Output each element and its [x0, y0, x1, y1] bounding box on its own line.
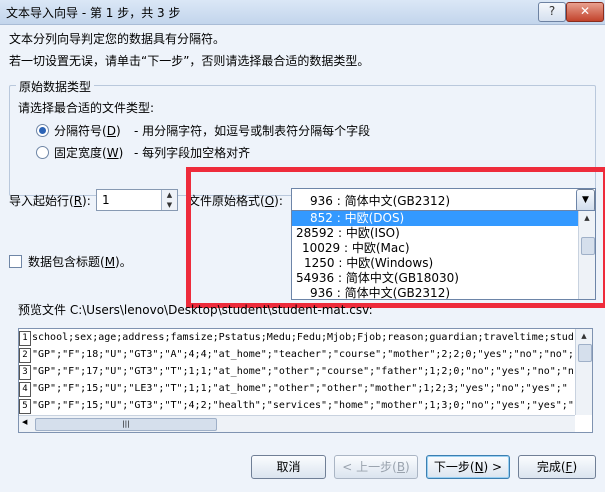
preview-row: 4 "GP";"F";15;"U";"LE3";"T";1;1;"at_home…	[19, 380, 575, 397]
scroll-thumb[interactable]	[578, 344, 592, 362]
intro-line-2: 若一切设置无误，请单击“下一步”，否则请选择最合适的数据类型。	[9, 54, 370, 68]
dropdown-option[interactable]: 28592 : 中欧(ISO)	[292, 226, 578, 241]
start-row-label: 导入起始行(R):	[9, 194, 91, 208]
file-origin-label: 文件原始格式(O):	[188, 194, 283, 208]
spinner-arrows[interactable]: ▲ ▼	[161, 190, 177, 210]
preview-row: 3 "GP";"F";17;"U";"GT3";"T";1;1;"at_home…	[19, 363, 575, 380]
file-origin-dropdown[interactable]: 852 : 中欧(DOS) 28592 : 中欧(ISO) 10029 : 中欧…	[291, 210, 596, 300]
dropdown-option[interactable]: 936 : 简体中文(GB2312)	[292, 286, 578, 299]
fixed-width-desc: - 每列字段加空格对齐	[134, 146, 251, 160]
dropdown-option[interactable]: 1250 : 中欧(Windows)	[292, 256, 578, 271]
row-number: 1	[19, 331, 31, 346]
row-number: 4	[19, 382, 31, 397]
preview-row: 5 "GP";"F";15;"U";"GT3";"T";4;2;"health"…	[19, 397, 575, 414]
row-text: "GP";"F";17;"U";"GT3";"T";1;1;"at_home";…	[32, 366, 574, 377]
back-button[interactable]: < 上一步(B)	[334, 455, 418, 479]
preview-vertical-scrollbar[interactable]: ▲	[575, 329, 592, 415]
preview-horizontal-scrollbar[interactable]: ◀ |||	[19, 415, 575, 432]
header-checkbox-label[interactable]: 数据包含标题(M)。	[28, 253, 132, 270]
delimited-desc: - 用分隔字符，如逗号或制表符分隔每个字段	[134, 124, 371, 138]
start-row-value[interactable]: 1	[102, 193, 110, 207]
row-number: 2	[19, 348, 31, 363]
finish-button[interactable]: 完成(F)	[518, 455, 596, 479]
fixed-width-label[interactable]: 固定宽度(W)	[54, 144, 123, 161]
spin-down-icon[interactable]: ▼	[162, 200, 177, 210]
fixed-width-radio[interactable]	[36, 146, 49, 159]
close-button[interactable]: ✕	[566, 2, 604, 22]
window-title: 文本导入向导 - 第 1 步，共 3 步	[6, 6, 181, 20]
row-text: school;sex;age;address;famsize;Pstatus;M…	[32, 332, 574, 343]
delimited-radio[interactable]	[36, 124, 49, 137]
row-text: "GP";"F";15;"U";"GT3";"T";4;2;"health";"…	[32, 400, 574, 411]
scroll-up-icon[interactable]: ▲	[579, 211, 595, 225]
start-row-spinner[interactable]: 1 ▲ ▼	[96, 189, 178, 211]
preview-pane[interactable]: 1 school;sex;age;address;famsize;Pstatus…	[18, 328, 593, 433]
next-button[interactable]: 下一步(N) >	[426, 455, 510, 479]
group-legend: 原始数据类型	[16, 78, 95, 95]
intro-line-1: 文本分列向导判定您的数据具有分隔符。	[9, 32, 226, 46]
spin-up-icon[interactable]: ▲	[162, 190, 177, 200]
preview-label: 预览文件 C:\Users\lenovo\Desktop\student\stu…	[18, 303, 373, 317]
title-bar: 文本导入向导 - 第 1 步，共 3 步 ? ✕	[0, 0, 605, 25]
row-number: 5	[19, 399, 31, 414]
file-type-prompt: 请选择最合适的文件类型:	[18, 101, 155, 115]
cancel-button[interactable]: 取消	[251, 455, 326, 479]
row-text: "GP";"F";15;"U";"LE3";"T";1;1;"at_home";…	[32, 383, 568, 394]
row-number: 3	[19, 365, 31, 380]
preview-rows: 1 school;sex;age;address;famsize;Pstatus…	[19, 329, 575, 415]
delimited-label[interactable]: 分隔符号(D)	[54, 122, 121, 139]
scroll-thumb[interactable]	[581, 237, 595, 255]
dropdown-option[interactable]: 54936 : 简体中文(GB18030)	[292, 271, 578, 286]
dropdown-option[interactable]: 852 : 中欧(DOS)	[292, 211, 578, 226]
preview-row: 2 "GP";"F";18;"U";"GT3";"A";4;4;"at_home…	[19, 346, 575, 363]
row-text: "GP";"F";18;"U";"GT3";"A";4;4;"at_home";…	[32, 349, 574, 360]
dialog-body: 文本分列向导判定您的数据具有分隔符。 若一切设置无误，请单击“下一步”，否则请选…	[0, 25, 605, 492]
file-origin-selected: 936 : 简体中文(GB2312)	[310, 194, 451, 208]
header-checkbox[interactable]	[9, 255, 22, 268]
scroll-left-icon[interactable]: ◀	[22, 418, 27, 426]
dropdown-scrollbar[interactable]: ▲	[578, 211, 595, 299]
chevron-down-icon[interactable]: ▼	[576, 189, 595, 212]
dropdown-option[interactable]: 10029 : 中欧(Mac)	[292, 241, 578, 256]
scroll-up-icon[interactable]: ▲	[576, 329, 592, 343]
help-button[interactable]: ?	[538, 2, 566, 22]
scroll-thumb[interactable]: |||	[35, 418, 217, 431]
file-origin-combo[interactable]: 936 : 简体中文(GB2312) ▼	[291, 188, 596, 212]
preview-row: 1 school;sex;age;address;famsize;Pstatus…	[19, 329, 575, 346]
